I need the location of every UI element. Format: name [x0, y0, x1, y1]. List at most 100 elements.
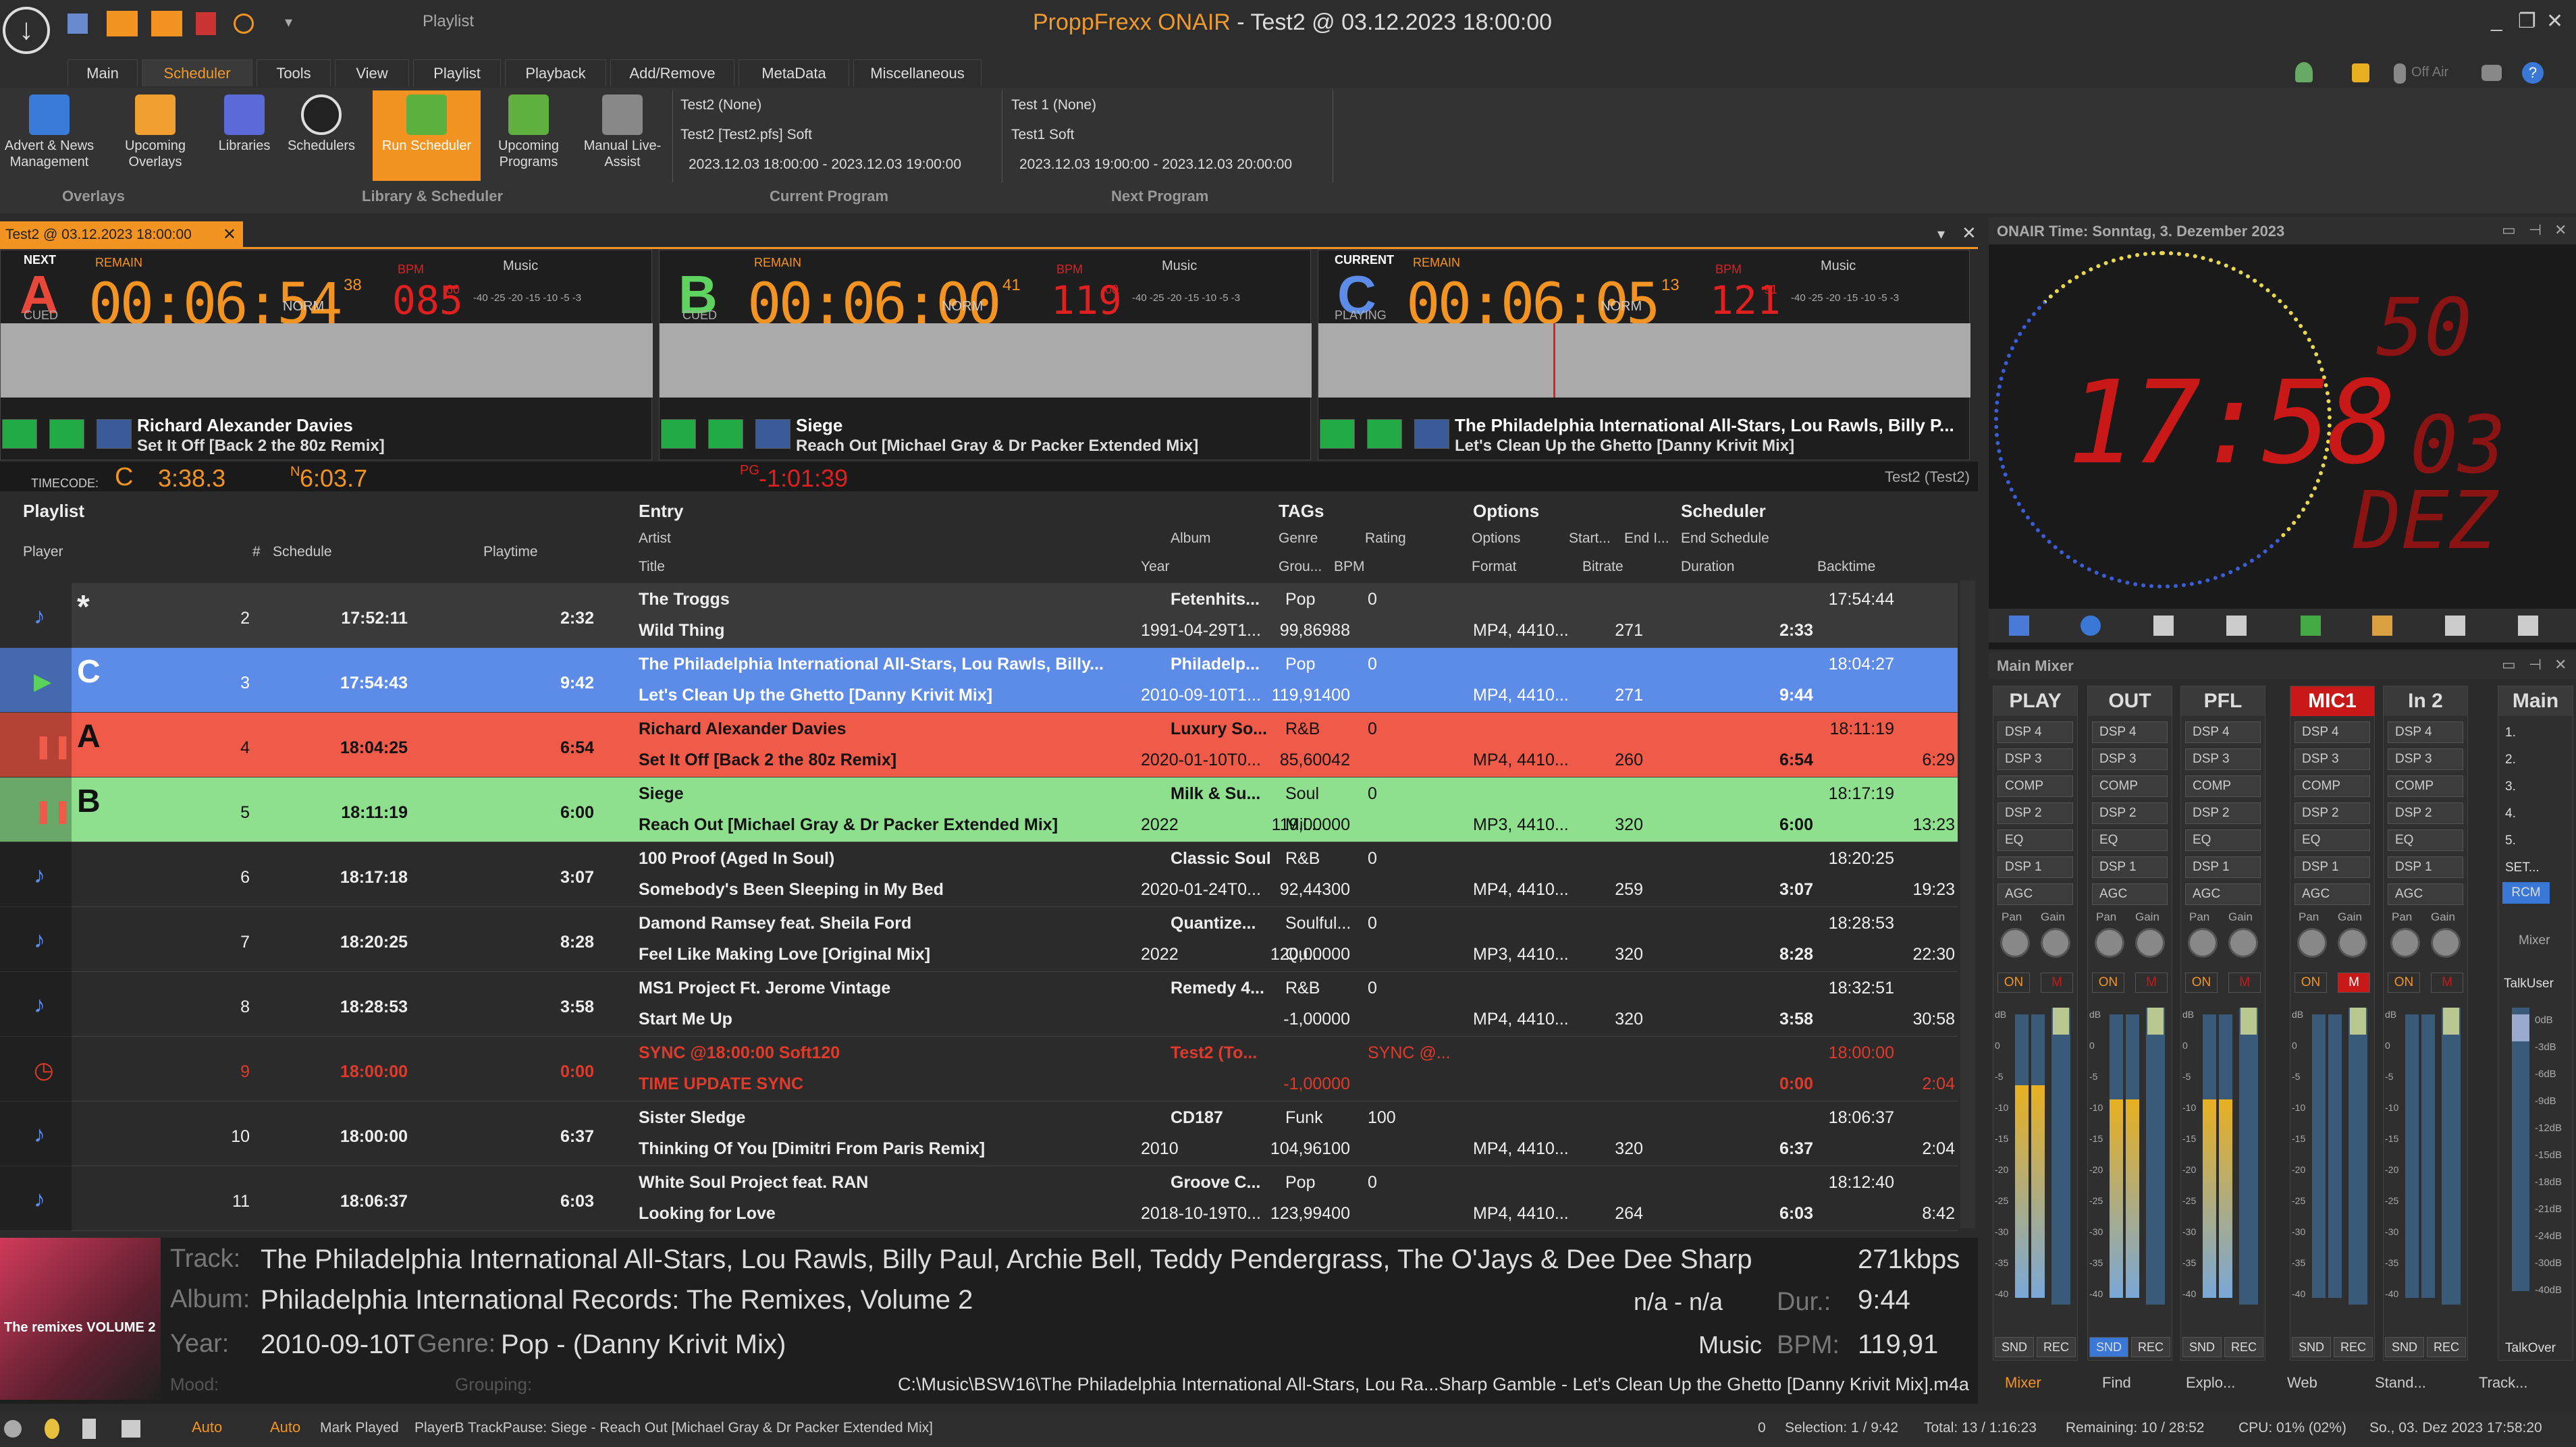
deck-a-cue-button[interactable]: [49, 419, 84, 449]
hourglass-icon[interactable]: [2518, 616, 2538, 636]
dsp-slot[interactable]: DSP 1: [2092, 856, 2168, 878]
channel-fader[interactable]: [2051, 1008, 2070, 1305]
channel-fader-knob[interactable]: [2350, 1008, 2366, 1035]
play-icon[interactable]: ▶: [34, 668, 51, 695]
channel-fader[interactable]: [2239, 1008, 2258, 1305]
note-icon[interactable]: ♪: [34, 927, 45, 954]
dsp-slot[interactable]: DSP 4: [2295, 721, 2370, 743]
main-item[interactable]: 2.: [2505, 753, 2516, 767]
list-icon[interactable]: [2153, 616, 2174, 636]
pan-knob[interactable]: [2297, 928, 2327, 958]
snd-button[interactable]: SND: [2182, 1337, 2222, 1357]
dsp-slot[interactable]: DSP 3: [2092, 748, 2168, 770]
home-icon[interactable]: [2009, 616, 2029, 636]
tab-view[interactable]: View: [335, 59, 409, 86]
close-tab-icon[interactable]: ✕: [223, 221, 236, 248]
col-end-schedule[interactable]: End Schedule: [1681, 530, 1769, 547]
channel-fader[interactable]: [2349, 1008, 2367, 1305]
deck-a-waveform[interactable]: [1, 323, 653, 398]
tab-playback[interactable]: Playback: [505, 59, 606, 86]
on-button[interactable]: ON: [2185, 973, 2218, 993]
tab-main[interactable]: Main: [68, 59, 138, 86]
tab-miscellaneous[interactable]: Miscellaneous: [853, 59, 982, 86]
playlist-row[interactable]: ❚❚ A 4 18:04:25 6:54 Richard Alexander Davies…: [0, 713, 1958, 777]
dsp-slot[interactable]: EQ: [2388, 829, 2463, 851]
mixer-tab-find[interactable]: Find: [2102, 1374, 2131, 1392]
status-icon[interactable]: [4, 1420, 22, 1438]
main-item[interactable]: 1.: [2505, 726, 2516, 740]
app-menu-icon[interactable]: ↓: [3, 7, 50, 54]
dsp-slot[interactable]: DSP 2: [2185, 802, 2261, 824]
dsp-slot[interactable]: COMP: [2295, 775, 2370, 797]
dsp-slot[interactable]: DSP 1: [1997, 856, 2073, 878]
dsp-slot[interactable]: DSP 3: [1997, 748, 2073, 770]
tab-tools[interactable]: Tools: [257, 59, 331, 86]
playlist-row[interactable]: ◷ 9 18:00:00 0:00 SYNC @18:00:00 Soft120 Test…: [0, 1037, 1958, 1101]
on-button[interactable]: ON: [2295, 973, 2327, 993]
snd-button[interactable]: SND: [2385, 1337, 2424, 1357]
help-icon[interactable]: ?: [2522, 62, 2544, 84]
deck-c-play-button[interactable]: [1320, 419, 1355, 449]
save-icon[interactable]: [68, 13, 88, 34]
note-icon[interactable]: ♪: [34, 603, 45, 630]
mute-button[interactable]: M: [2041, 973, 2073, 993]
dsp-slot[interactable]: DSP 3: [2185, 748, 2261, 770]
mute-button[interactable]: M: [2431, 973, 2463, 993]
playlist-document-tab[interactable]: Test2 @ 03.12.2023 18:00:00 ✕: [0, 221, 243, 248]
main-fader[interactable]: [2512, 1008, 2529, 1291]
dsp-slot[interactable]: DSP 2: [2295, 802, 2370, 824]
panel-pin-icon[interactable]: ⊣: [2529, 221, 2542, 239]
channel-fader-knob[interactable]: [2443, 1008, 2459, 1035]
deck-b-rewind-button[interactable]: [755, 419, 790, 449]
car-icon[interactable]: [2481, 65, 2502, 81]
dsp-slot[interactable]: DSP 4: [1997, 721, 2073, 743]
dsp-slot[interactable]: AGC: [2295, 883, 2370, 905]
panel-float-icon[interactable]: ▭: [2502, 221, 2516, 239]
quick-icon-2[interactable]: [151, 11, 182, 36]
col-backtime[interactable]: Backtime: [1817, 559, 1875, 575]
grid-scrollbar[interactable]: [1960, 580, 1975, 1228]
rcm-button[interactable]: RCM: [2502, 882, 2550, 904]
dsp-slot[interactable]: DSP 1: [2388, 856, 2463, 878]
lock-icon[interactable]: [2352, 63, 2369, 82]
col-playtime[interactable]: Playtime: [483, 544, 538, 560]
col-group[interactable]: Grou...: [1279, 559, 1322, 575]
gain-knob[interactable]: [2431, 928, 2461, 958]
restore-button[interactable]: ❐: [2518, 9, 2536, 33]
snd-button[interactable]: SND: [2292, 1337, 2331, 1357]
header-entry[interactable]: Entry: [639, 501, 683, 522]
deck-c-waveform[interactable]: [1318, 323, 1970, 398]
channel-fader-knob[interactable]: [2147, 1008, 2164, 1035]
dsp-slot[interactable]: COMP: [2388, 775, 2463, 797]
dsp-slot[interactable]: COMP: [1997, 775, 2073, 797]
note-icon[interactable]: ♪: [34, 1186, 45, 1213]
dsp-slot[interactable]: DSP 4: [2185, 721, 2261, 743]
playlist-row[interactable]: ♪ 6 18:17:18 3:07 100 Proof (Aged In Soul) Cl…: [0, 842, 1958, 907]
mixer-tab-web[interactable]: Web: [2287, 1374, 2317, 1392]
rec-button[interactable]: REC: [2427, 1337, 2466, 1357]
pan-knob[interactable]: [2188, 928, 2218, 958]
dsp-slot[interactable]: AGC: [2092, 883, 2168, 905]
pause-icon[interactable]: ❚❚: [34, 733, 72, 760]
channel-fader[interactable]: [2442, 1008, 2461, 1305]
run-scheduler-button[interactable]: Run Scheduler: [373, 90, 481, 181]
dsp-slot[interactable]: DSP 2: [1997, 802, 2073, 824]
dsp-slot[interactable]: DSP 4: [2092, 721, 2168, 743]
header-tags[interactable]: TAGs: [1279, 501, 1324, 522]
mute-button[interactable]: M: [2135, 973, 2168, 993]
dsp-slot[interactable]: DSP 2: [2092, 802, 2168, 824]
pan-knob[interactable]: [2390, 928, 2420, 958]
rec-button[interactable]: REC: [2131, 1337, 2170, 1357]
tab-add-remove[interactable]: Add/Remove: [610, 59, 734, 86]
playlist-row[interactable]: ♪ 10 18:00:00 6:37 Sister Sledge CD187 Funk 100…: [0, 1101, 1958, 1166]
main-set-button[interactable]: SET...: [2505, 861, 2540, 875]
col-year[interactable]: Year: [1141, 559, 1169, 575]
pan-knob[interactable]: [2000, 928, 2030, 958]
clock-icon[interactable]: ◷: [34, 1057, 54, 1084]
dsp-slot[interactable]: DSP 3: [2388, 748, 2463, 770]
header-playlist[interactable]: Playlist: [23, 501, 84, 522]
dsp-slot[interactable]: EQ: [2092, 829, 2168, 851]
upcoming-overlays-button[interactable]: Upcoming Overlays: [108, 90, 203, 181]
doc-dropdown-icon[interactable]: ▾: [1937, 225, 1945, 243]
tab-metadata[interactable]: MetaData: [739, 59, 849, 86]
